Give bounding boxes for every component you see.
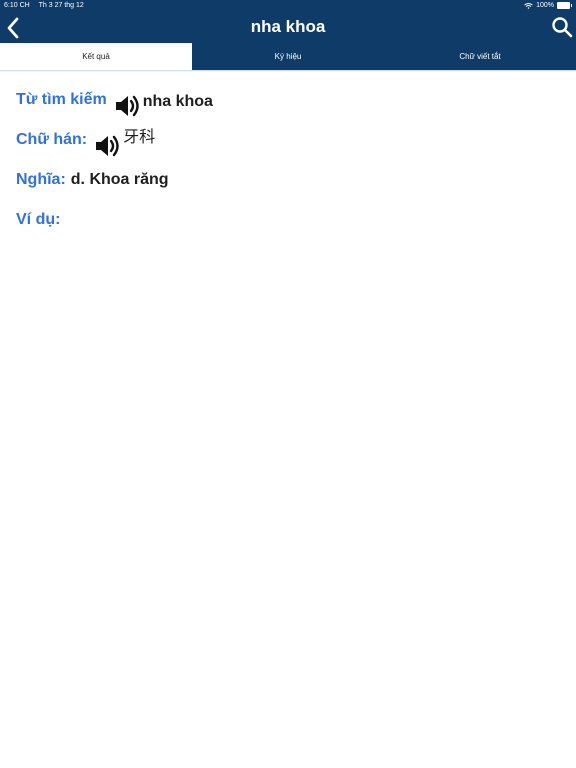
speaker-icon[interactable] <box>113 92 141 120</box>
meaning-row: Nghĩa: d. Khoa răng <box>16 168 556 208</box>
search-word-row: Từ tìm kiếm nha khoa <box>16 88 556 128</box>
tab-symbols[interactable]: Ký hiệu <box>192 43 384 70</box>
meaning-value: d. Khoa răng <box>70 171 169 188</box>
search-word-label: Từ tìm kiếm <box>16 91 107 108</box>
status-left: 6:10 CH Th 3 27 thg 12 <box>4 2 84 9</box>
status-date: Th 3 27 thg 12 <box>38 2 84 9</box>
battery-percent: 100% <box>536 2 554 9</box>
tab-bar: Kết quả Ký hiệu Chữ viết tắt <box>0 43 576 70</box>
status-right: 100% <box>524 2 572 9</box>
tab-abbreviations[interactable]: Chữ viết tắt <box>384 43 576 70</box>
search-icon[interactable] <box>551 16 573 38</box>
entry-content: Từ tìm kiếm nha khoa Chữ hán: 牙科 Nghĩa: … <box>16 88 556 248</box>
han-value: 牙科 <box>123 129 156 146</box>
speaker-icon[interactable] <box>93 132 121 160</box>
battery-icon <box>557 2 572 9</box>
search-word-value: nha khoa <box>142 93 213 110</box>
wifi-icon <box>524 2 533 9</box>
han-row: Chữ hán: 牙科 <box>16 128 556 168</box>
top-bar: 6:10 CH Th 3 27 thg 12 100% nha khoa Kết… <box>0 0 576 70</box>
status-time: 6:10 CH <box>4 2 30 9</box>
example-row: Ví dụ: <box>16 208 556 248</box>
han-label: Chữ hán: <box>16 131 88 148</box>
navigation-bar: nha khoa <box>0 12 576 43</box>
status-bar: 6:10 CH Th 3 27 thg 12 100% <box>0 0 576 12</box>
example-label: Ví dụ: <box>16 211 61 228</box>
header-divider <box>0 70 576 72</box>
meaning-label: Nghĩa: <box>16 171 66 188</box>
tab-results[interactable]: Kết quả <box>0 43 192 70</box>
page-title: nha khoa <box>250 17 326 36</box>
